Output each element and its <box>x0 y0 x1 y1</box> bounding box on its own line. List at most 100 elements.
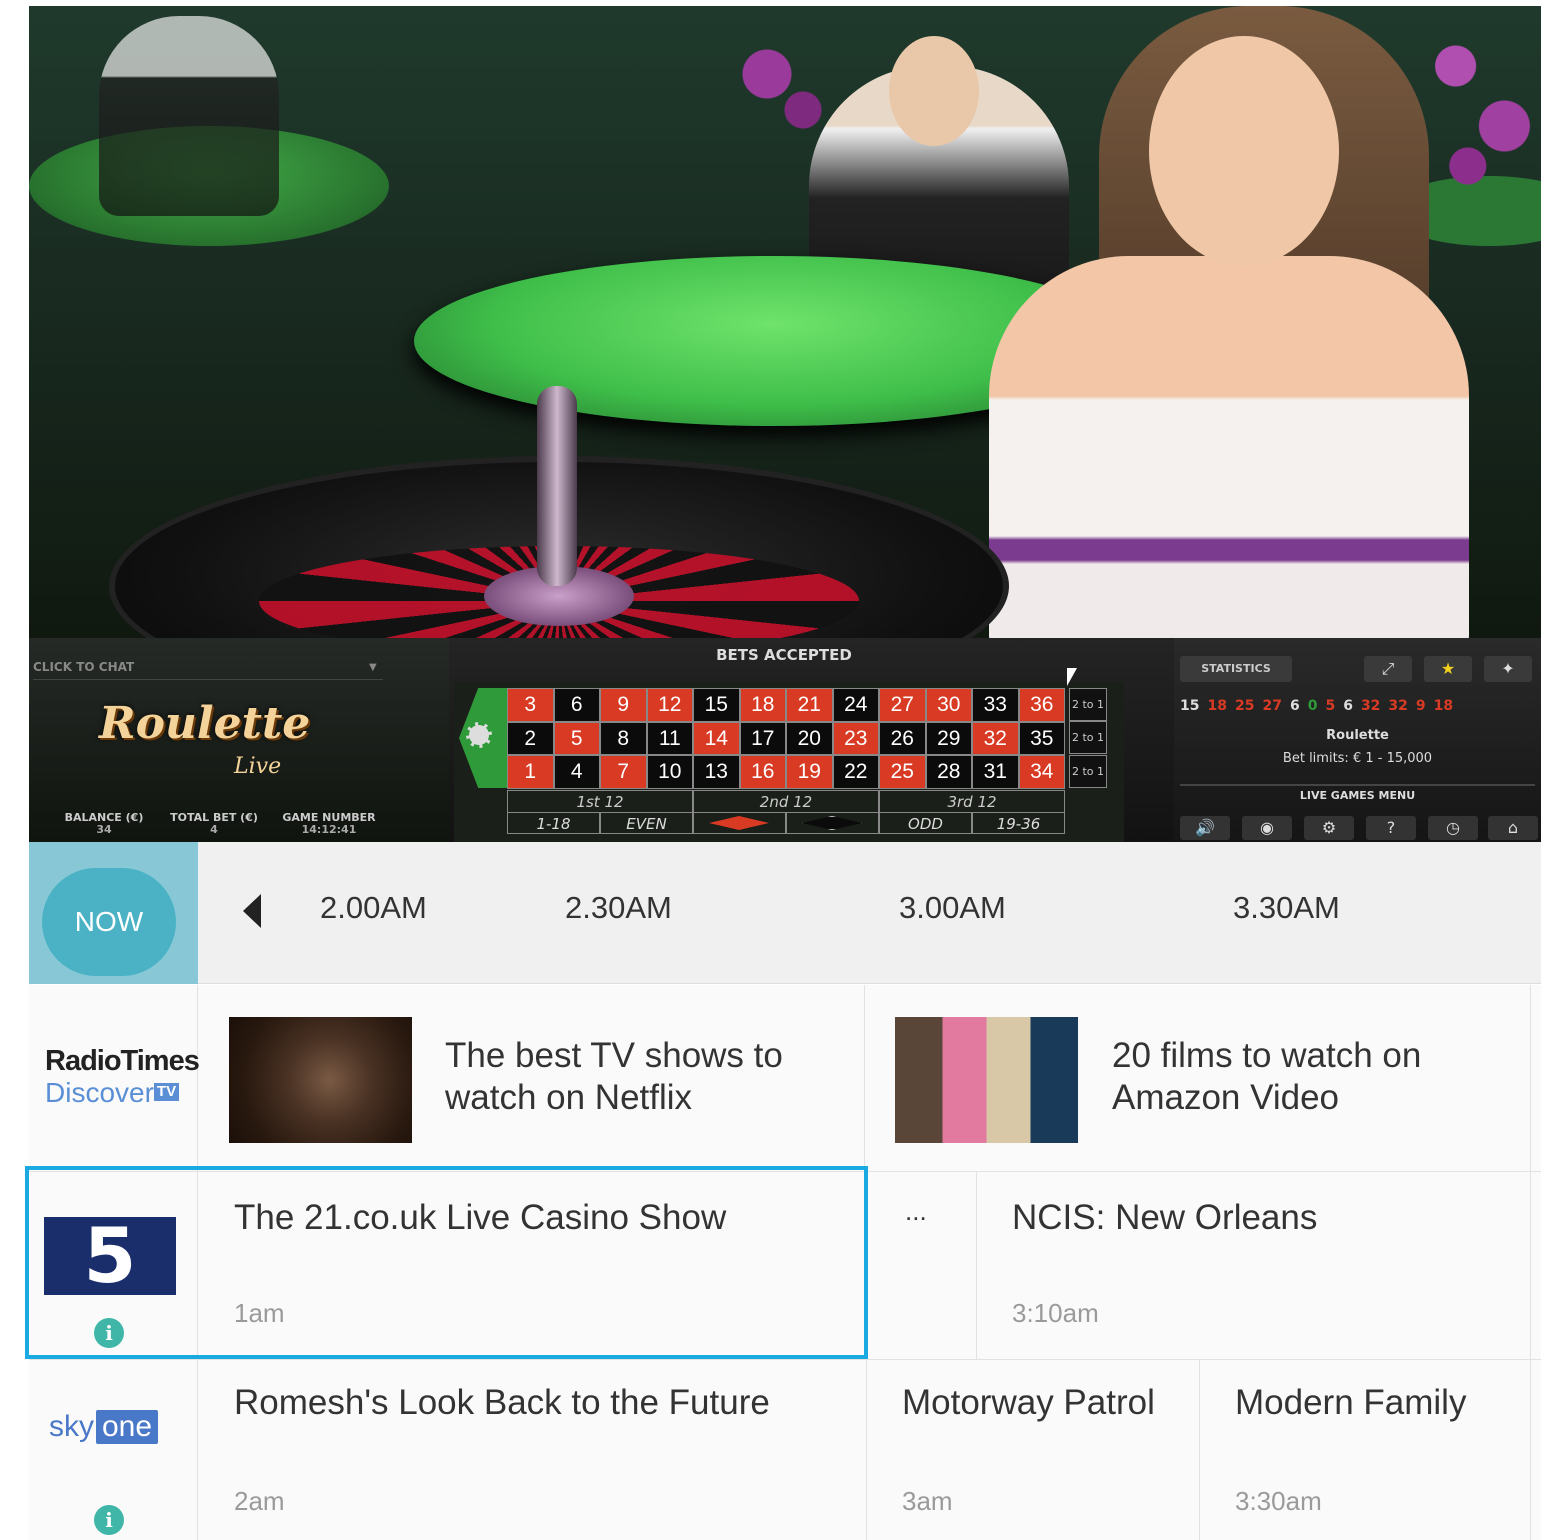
column-bet-top[interactable]: 2 to 1 <box>1069 688 1107 721</box>
number-cell-8[interactable]: 8 <box>600 721 647 755</box>
history-result: 15 <box>1180 698 1200 714</box>
total-bet-value: 4 <box>210 823 218 836</box>
dozen-1[interactable]: 1st 12 <box>507 790 693 812</box>
number-cell-20[interactable]: 20 <box>786 721 833 755</box>
chat-dropdown-icon[interactable]: ▼ <box>369 662 377 673</box>
number-cell-18[interactable]: 18 <box>739 688 786 722</box>
number-grid: 3 6 9 12 15 18 21 24 27 30 33 36 2 5 8 11 14 17 20 23 26 29 32… <box>507 688 1065 789</box>
back-arrow-icon[interactable] <box>243 894 261 928</box>
fullscreen-icon[interactable]: ⤢ <box>1364 656 1412 682</box>
number-cell-9[interactable]: 9 <box>600 688 647 722</box>
number-cell-13[interactable]: 13 <box>693 755 740 789</box>
number-cell-33[interactable]: 33 <box>972 688 1019 722</box>
program-truncated[interactable]: ... <box>865 1172 977 1359</box>
number-cell-21[interactable]: 21 <box>786 688 833 722</box>
history-clock-icon[interactable]: ◷ <box>1428 816 1478 840</box>
sky-one-logo: sky one <box>49 1410 159 1444</box>
program-motorway-patrol[interactable]: Motorway Patrol 3am <box>867 1360 1200 1540</box>
number-cell-22[interactable]: 22 <box>832 755 879 789</box>
live-games-menu[interactable]: LIVE GAMES MENU <box>1180 784 1535 804</box>
number-cell-17[interactable]: 17 <box>739 721 786 755</box>
info-icon[interactable]: i <box>94 1505 124 1535</box>
number-cell-27[interactable]: 27 <box>879 688 926 722</box>
discover-label: Discover <box>45 1077 154 1108</box>
more-dots: ... <box>905 1196 927 1226</box>
history-result: 27 <box>1262 698 1282 714</box>
program-time: 3am <box>902 1486 953 1516</box>
number-cell-32[interactable]: 32 <box>972 721 1019 755</box>
number-cell-2[interactable]: 2 <box>507 721 554 755</box>
favorite-star-icon[interactable]: ★ <box>1424 656 1472 682</box>
number-cell-34[interactable]: 34 <box>1018 755 1065 789</box>
balance-stat: BALANCE (€) 34 <box>49 812 159 836</box>
number-cell-11[interactable]: 11 <box>646 721 693 755</box>
casino-video[interactable]: CLICK TO CHAT ▼ Roulette Live BALANCE (€… <box>29 6 1541 842</box>
guide-row-radiotimes: RadioTimes Discover TV The best TV shows … <box>29 985 1541 1172</box>
roulette-logo: Roulette <box>99 698 311 749</box>
dozen-3[interactable]: 3rd 12 <box>879 790 1065 812</box>
tv-badge: TV <box>153 1083 180 1101</box>
bet-19-36[interactable]: 19-36 <box>972 812 1065 834</box>
number-cell-29[interactable]: 29 <box>925 721 972 755</box>
program-romesh[interactable]: Romesh's Look Back to the Future 2am <box>198 1360 867 1540</box>
number-cell-15[interactable]: 15 <box>693 688 740 722</box>
promo-netflix[interactable]: The best TV shows to watch on Netflix <box>198 985 865 1171</box>
total-bet-stat: TOTAL BET (€) 4 <box>159 812 269 836</box>
dealer-tip-icon[interactable]: ✦ <box>1484 656 1532 682</box>
number-cell-36[interactable]: 36 <box>1018 688 1065 722</box>
mouse-cursor-icon <box>1067 668 1077 686</box>
number-cell-31[interactable]: 31 <box>972 755 1019 789</box>
number-cell-35[interactable]: 35 <box>1018 721 1065 755</box>
promo-amazon[interactable]: 20 films to watch on Amazon Video <box>865 985 1531 1171</box>
now-button[interactable]: NOW <box>42 868 176 976</box>
channel-radiotimes[interactable]: RadioTimes Discover TV <box>29 985 200 1171</box>
number-cell-5[interactable]: 5 <box>553 721 600 755</box>
lobby-icon[interactable]: ⌂ <box>1488 816 1538 840</box>
number-cell-19[interactable]: 19 <box>786 755 833 789</box>
history-result: 32 <box>1360 698 1381 714</box>
number-cell-16[interactable]: 16 <box>739 755 786 789</box>
chips-icon[interactable]: ◉ <box>1242 816 1292 840</box>
guide-timebar: NOW 2.00AM 2.30AM 3.00AM 3.30AM <box>29 842 1541 984</box>
bet-odd[interactable]: ODD <box>879 812 972 834</box>
number-cell-6[interactable]: 6 <box>553 688 600 722</box>
program-ncis[interactable]: NCIS: New Orleans 3:10am <box>977 1172 1531 1359</box>
discover-logo: Discover TV <box>45 1077 180 1109</box>
chat-input[interactable]: CLICK TO CHAT <box>33 660 383 680</box>
column-bet-middle[interactable]: 2 to 1 <box>1069 721 1107 754</box>
number-cell-14[interactable]: 14 <box>693 721 740 755</box>
number-cell-10[interactable]: 10 <box>646 755 693 789</box>
number-cell-12[interactable]: 12 <box>646 688 693 722</box>
amazon-promo-thumbnail <box>895 1017 1078 1143</box>
number-cell-1[interactable]: 1 <box>507 755 554 789</box>
help-icon[interactable]: ? <box>1366 816 1416 840</box>
number-cell-23[interactable]: 23 <box>832 721 879 755</box>
bet-1-18[interactable]: 1-18 <box>507 812 600 834</box>
program-casino-show[interactable]: The 21.co.uk Live Casino Show 1am <box>198 1172 865 1359</box>
roulette-spindle <box>537 386 577 586</box>
channel-5[interactable]: 5 i <box>29 1172 198 1359</box>
number-cell-24[interactable]: 24 <box>832 688 879 722</box>
croupier-head <box>889 36 979 146</box>
number-cell-3[interactable]: 3 <box>507 688 554 722</box>
channel-sky-one[interactable]: sky one i <box>29 1360 198 1540</box>
program-modern-family[interactable]: Modern Family 3:30am <box>1200 1360 1531 1540</box>
sound-icon[interactable]: 🔊 <box>1180 816 1230 840</box>
presenter-face <box>1149 36 1339 266</box>
bet-even[interactable]: EVEN <box>600 812 693 834</box>
number-cell-28[interactable]: 28 <box>925 755 972 789</box>
promo-amazon-title: 20 films to watch on Amazon Video <box>1112 1036 1422 1117</box>
number-cell-25[interactable]: 25 <box>879 755 926 789</box>
sky-label: sky <box>49 1410 94 1443</box>
column-bet-bottom[interactable]: 2 to 1 <box>1069 755 1107 788</box>
statistics-button[interactable]: STATISTICS <box>1180 656 1292 682</box>
info-icon[interactable]: i <box>94 1318 124 1348</box>
number-cell-30[interactable]: 30 <box>925 688 972 722</box>
number-cell-26[interactable]: 26 <box>879 721 926 755</box>
settings-gear-icon[interactable]: ⚙ <box>1304 816 1354 840</box>
number-cell-7[interactable]: 7 <box>600 755 647 789</box>
time-slot-4: 3.30AM <box>1233 890 1340 925</box>
number-cell-4[interactable]: 4 <box>553 755 600 789</box>
dozen-2[interactable]: 2nd 12 <box>693 790 879 812</box>
netflix-promo-thumbnail <box>229 1017 412 1143</box>
